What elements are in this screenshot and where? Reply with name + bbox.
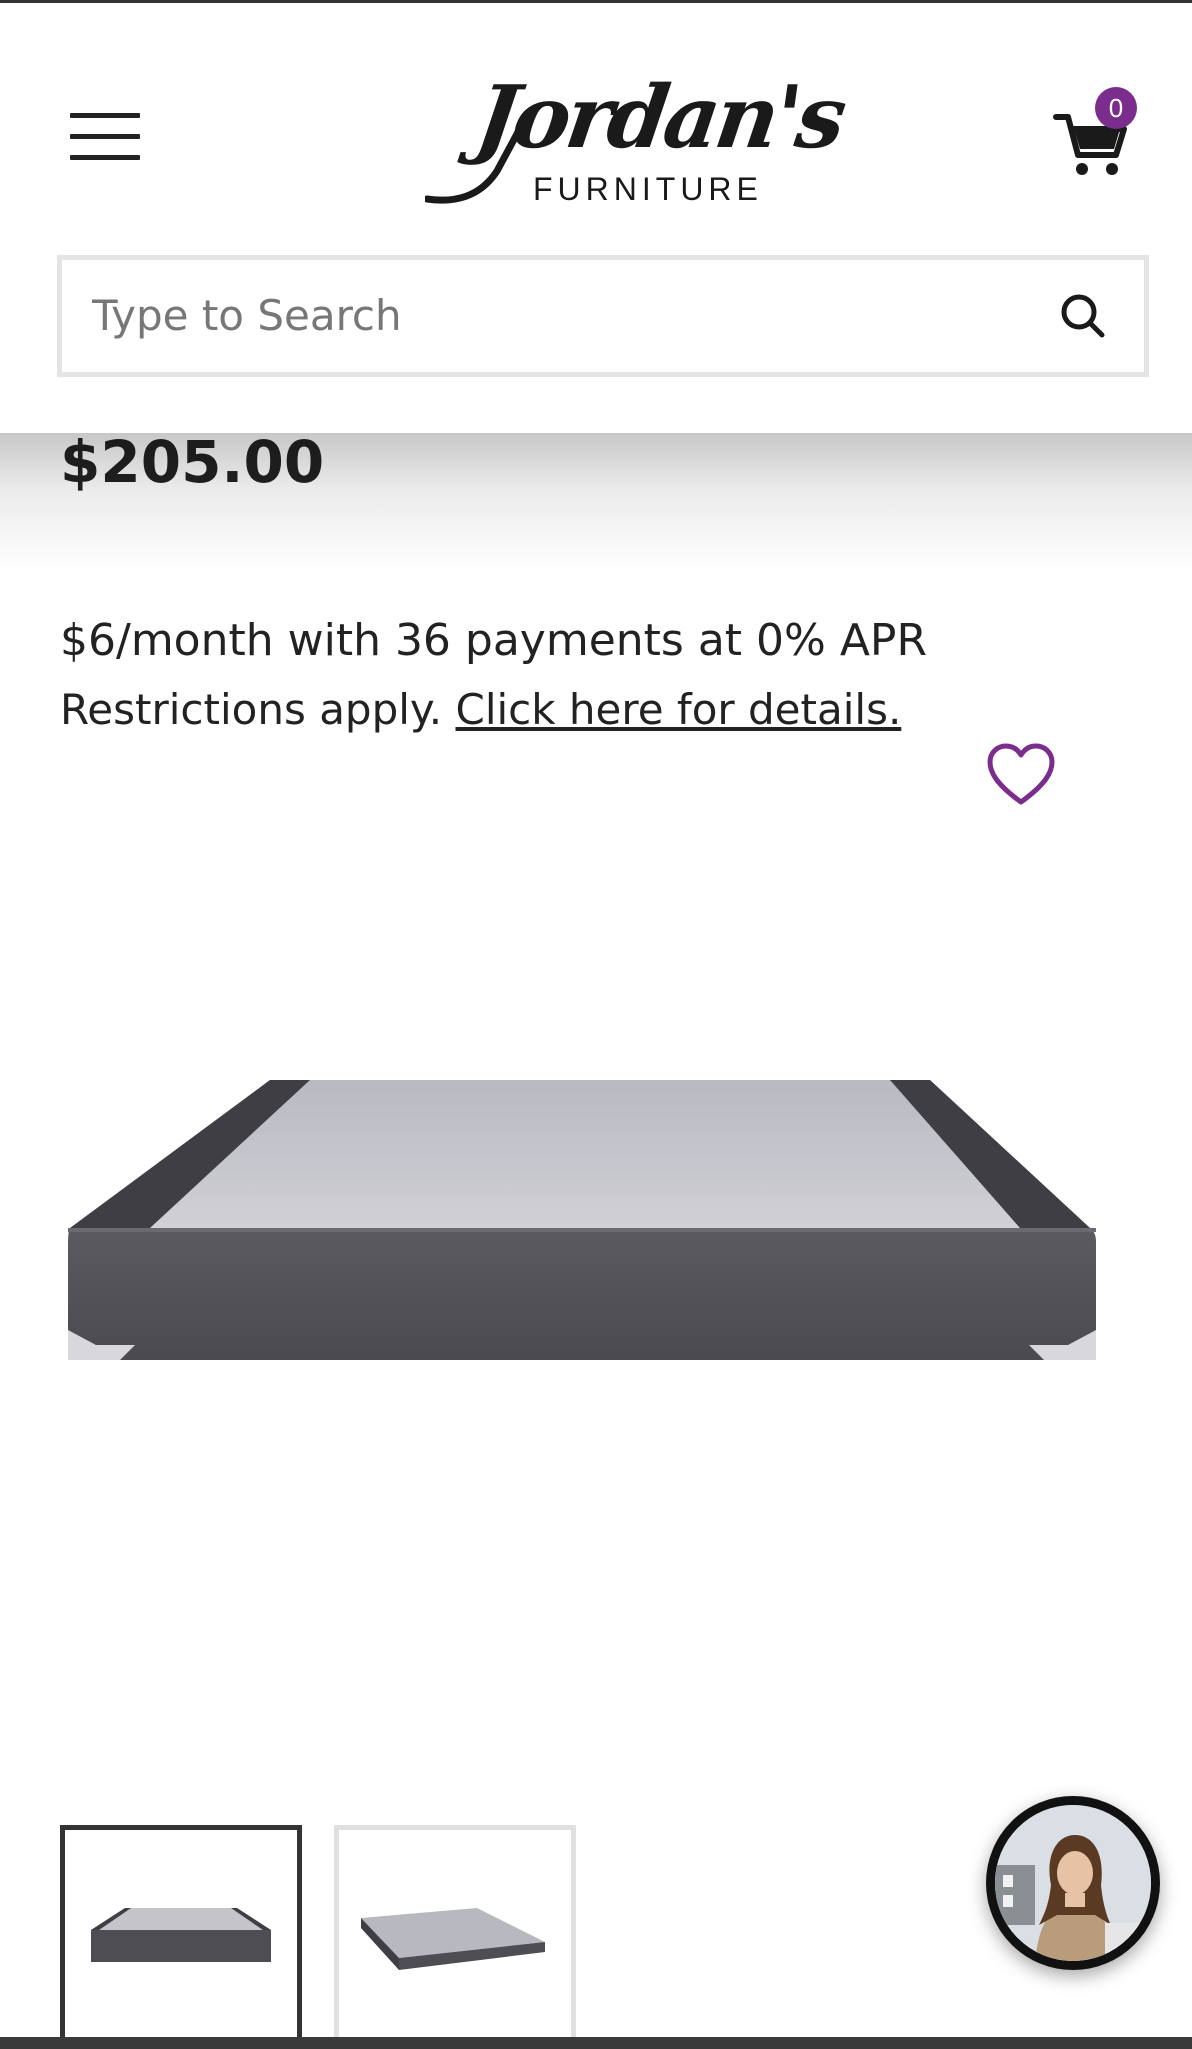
chat-agent-avatar[interactable] xyxy=(986,1796,1160,1970)
cart-count-badge[interactable]: 0 xyxy=(1095,87,1137,129)
product-main-image[interactable] xyxy=(60,1060,1100,1400)
restrictions-text: Restrictions apply. xyxy=(60,685,456,734)
logo-script-text: Jordan's xyxy=(469,67,849,168)
financing-offer: $6/month with 36 payments at 0% APR xyxy=(60,615,928,666)
search-bar xyxy=(57,255,1149,377)
hamburger-menu-icon[interactable] xyxy=(66,108,144,166)
search-icon[interactable] xyxy=(1057,290,1109,342)
heart-icon[interactable] xyxy=(986,742,1056,808)
search-input[interactable] xyxy=(92,285,992,345)
financing-restrictions: Restrictions apply. Click here for detai… xyxy=(60,685,901,734)
site-header: Jordan's FURNITURE 0 xyxy=(0,3,1192,433)
thumbnail-front-view[interactable] xyxy=(60,1825,302,2049)
menu-line xyxy=(70,113,140,118)
chat-agent-photo xyxy=(995,1805,1151,1961)
bottom-border xyxy=(0,2037,1192,2049)
financing-details-link[interactable]: Click here for details. xyxy=(456,685,902,734)
product-price: $205.00 xyxy=(60,428,325,496)
site-logo[interactable]: Jordan's FURNITURE xyxy=(425,67,849,211)
menu-line xyxy=(70,134,140,139)
menu-line xyxy=(70,155,140,160)
logo-subtitle: FURNITURE xyxy=(533,171,763,207)
thumbnail-angled-view[interactable] xyxy=(334,1825,576,2049)
